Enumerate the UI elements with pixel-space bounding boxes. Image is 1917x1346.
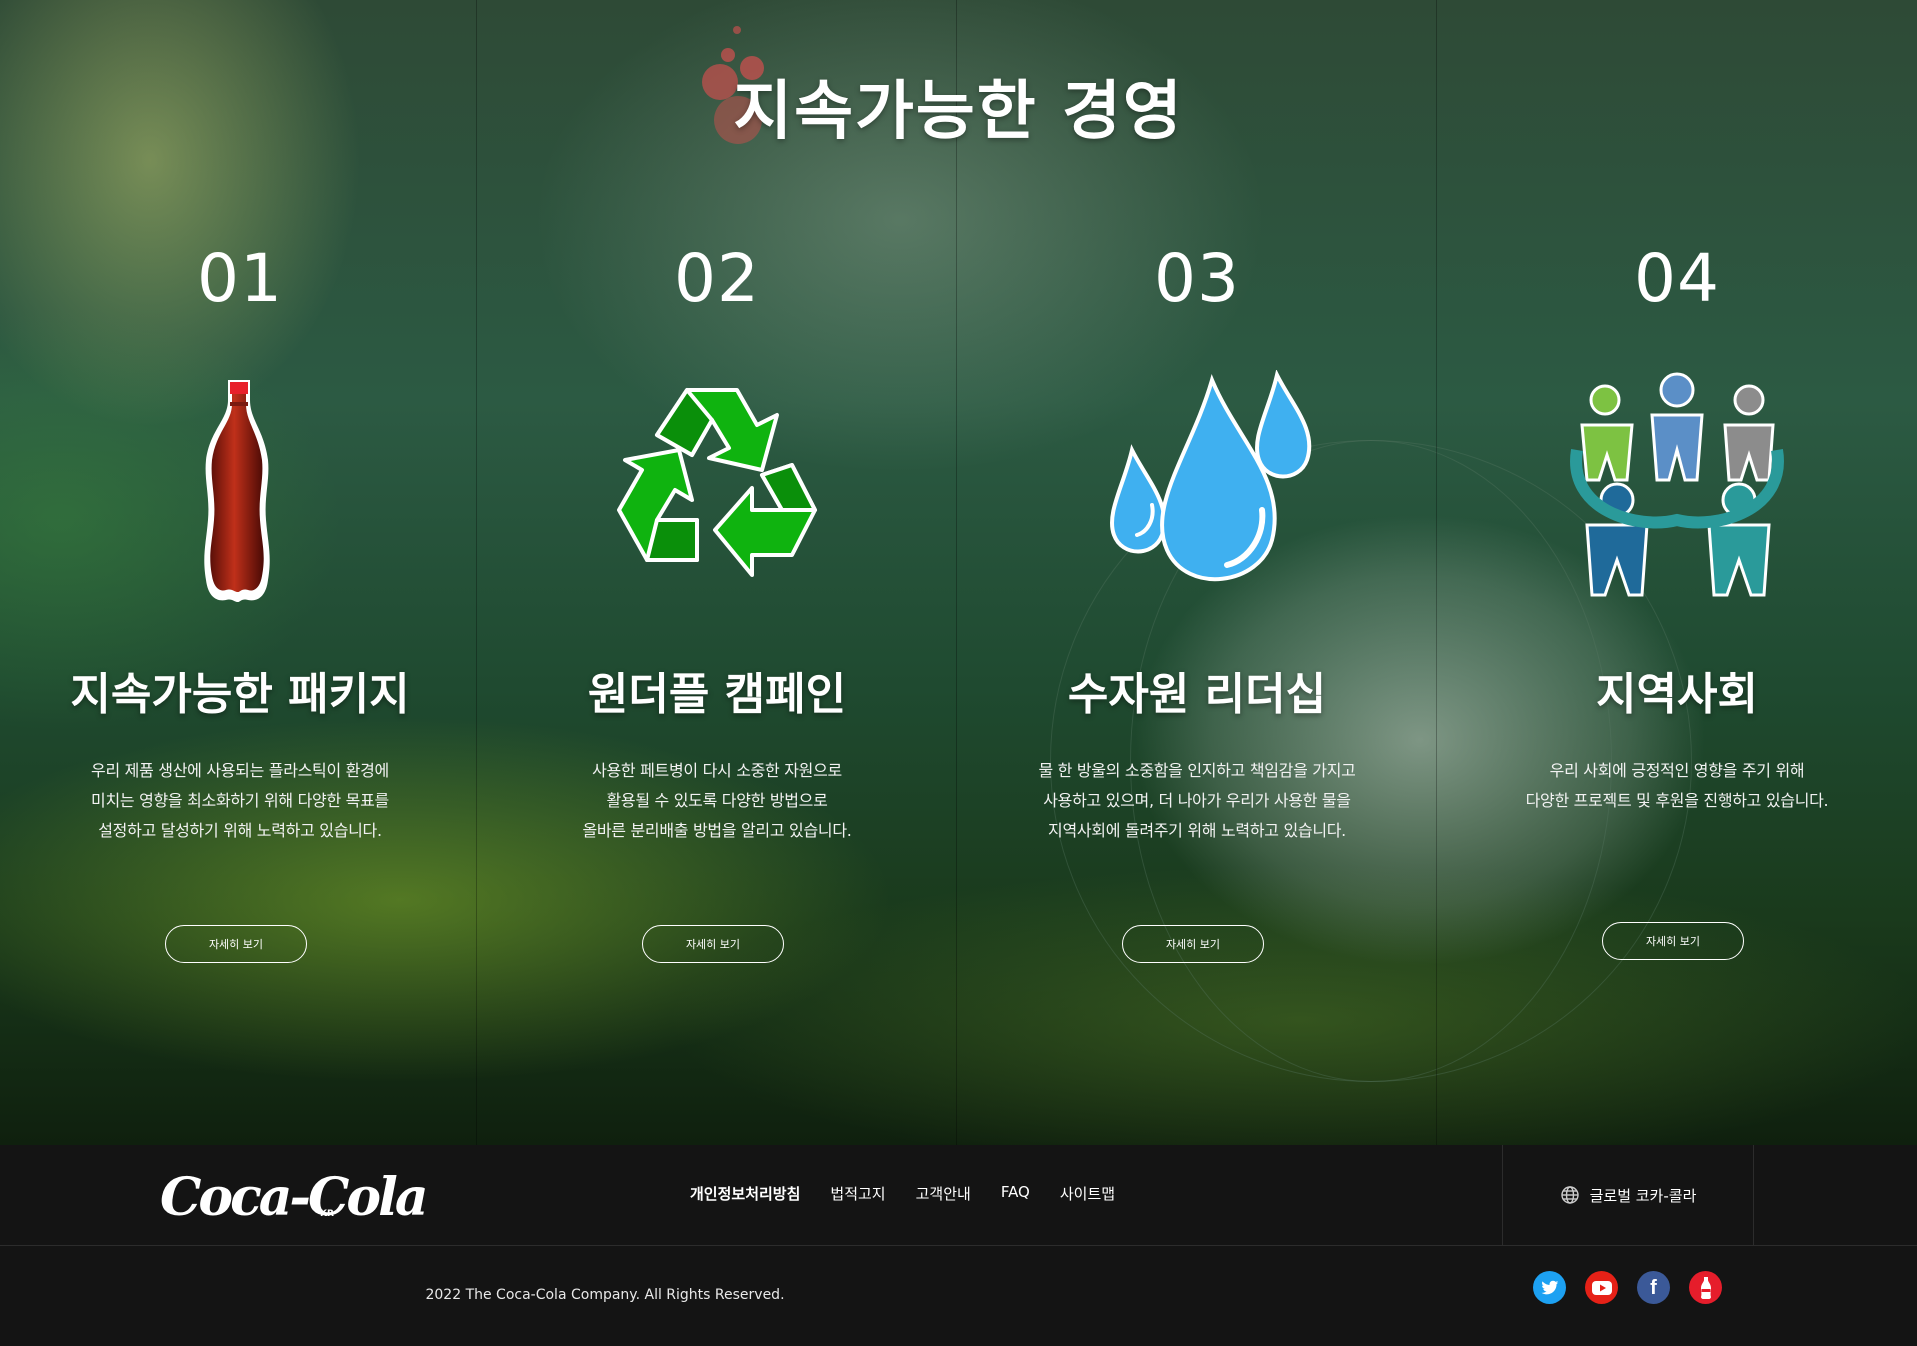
item-description-line: 올바른 분리배출 방법을 알리고 있습니다.: [582, 821, 852, 840]
item-number: 02: [674, 240, 760, 317]
cola-bottle-icon: [120, 370, 360, 620]
copyright-text: 2022 The Coca-Cola Company. All Rights R…: [425, 1287, 785, 1303]
item-description-line: 미치는 영향을 최소화하기 위해 다양한 목표를: [91, 791, 389, 810]
item-title: 지속가능한 패키지: [70, 669, 410, 720]
item-description-line: 우리 사회에 긍정적인 영향을 주기 위해: [1549, 761, 1805, 780]
item-description-line: 사용하고 있으며, 더 나아가 우리가 사용한 물을: [1043, 791, 1351, 810]
item-title: 원더플 캠페인: [587, 669, 847, 720]
footer-nav: 개인정보처리방침 법적고지 고객안내 FAQ 사이트맵: [690, 1183, 1115, 1204]
facebook-icon[interactable]: f: [1637, 1271, 1670, 1304]
item-description-line: 물 한 방울의 소중함을 인지하고 책임감을 가지고: [1038, 761, 1356, 780]
item-description: 우리 제품 생산에 사용되는 플라스틱이 환경에 미치는 영향을 최소화하기 위…: [10, 756, 470, 846]
view-details-button[interactable]: 자세히 보기: [1122, 925, 1264, 963]
footer-link-customer-guide[interactable]: 고객안내: [916, 1183, 971, 1204]
recycle-icon: [597, 370, 837, 620]
item-description-line: 우리 제품 생산에 사용되는 플라스틱이 환경에: [91, 761, 389, 780]
item-description: 물 한 방울의 소중함을 인지하고 책임감을 가지고 사용하고 있으며, 더 나…: [967, 756, 1427, 846]
social-links: f: [1533, 1271, 1722, 1304]
global-link-label: 글로벌 코카-콜라: [1589, 1186, 1697, 1205]
global-coca-cola-link[interactable]: 글로벌 코카-콜라: [1502, 1145, 1754, 1245]
community-people-icon: [1557, 370, 1797, 620]
coca-cola-logo[interactable]: Coca-Cola: [160, 1167, 429, 1228]
sustainability-hero: 지속가능한 경영 01 지속가능한 패키지 우리 제품 생산에 사용되는 플라스…: [0, 0, 1917, 1145]
globe-icon: [1560, 1186, 1579, 1204]
sustainability-item-water-leadership: 03 수자원 리더십 물 한 방울의 소중함을 인지하고 책임감을 가지고 사용…: [957, 0, 1437, 1145]
footer-link-legal-notice[interactable]: 법적고지: [830, 1183, 885, 1204]
logo-region-suffix: KR: [320, 1209, 334, 1219]
footer-link-privacy-policy[interactable]: 개인정보처리방침: [690, 1183, 800, 1204]
view-details-button[interactable]: 자세히 보기: [165, 925, 307, 963]
sustainability-item-packaging: 01 지속가능한 패키지 우리 제품 생산에 사용되는 플라스틱이 환경에 미치: [0, 0, 480, 1145]
item-title: 지역사회: [1596, 669, 1758, 720]
site-footer: Coca-Cola KR 개인정보처리방침 법적고지 고객안내 FAQ 사이트맵…: [0, 1145, 1917, 1346]
sustainability-item-community: 04 지역사회 우리 사회에 긍정적인 영향을 주기 위해 다양한 프로젝트 및…: [1437, 0, 1917, 1145]
item-description: 우리 사회에 긍정적인 영향을 주기 위해 다양한 프로젝트 및 후원을 진행하…: [1447, 756, 1907, 816]
water-drops-icon: [1077, 370, 1317, 620]
item-description-line: 설정하고 달성하기 위해 노력하고 있습니다.: [98, 821, 382, 840]
view-details-button[interactable]: 자세히 보기: [642, 925, 784, 963]
view-details-button[interactable]: 자세히 보기: [1602, 922, 1744, 960]
item-title: 수자원 리더십: [1067, 669, 1327, 720]
footer-link-faq[interactable]: FAQ: [1001, 1183, 1030, 1204]
youtube-icon[interactable]: [1585, 1271, 1618, 1304]
item-description-line: 사용한 페트병이 다시 소중한 자원으로: [592, 761, 842, 780]
item-number: 03: [1154, 240, 1240, 317]
coca-cola-bottle-app-icon[interactable]: [1689, 1271, 1722, 1304]
twitter-icon[interactable]: [1533, 1271, 1566, 1304]
item-description: 사용한 페트병이 다시 소중한 자원으로 활용될 수 있도록 다양한 방법으로 …: [487, 756, 947, 846]
footer-link-sitemap[interactable]: 사이트맵: [1060, 1183, 1115, 1204]
item-description-line: 활용될 수 있도록 다양한 방법으로: [606, 791, 828, 810]
sustainability-item-wonderful-campaign: 02 원더플 캠페인 사용한 페트병이 다시 소중한 자원으로 활용될 수 있도…: [477, 0, 957, 1145]
item-number: 04: [1634, 240, 1720, 317]
item-description-line: 다양한 프로젝트 및 후원을 진행하고 있습니다.: [1525, 791, 1829, 810]
item-number: 01: [197, 240, 283, 317]
footer-top-bar: Coca-Cola KR 개인정보처리방침 법적고지 고객안내 FAQ 사이트맵…: [0, 1145, 1917, 1246]
item-description-line: 지역사회에 돌려주기 위해 노력하고 있습니다.: [1048, 821, 1346, 840]
